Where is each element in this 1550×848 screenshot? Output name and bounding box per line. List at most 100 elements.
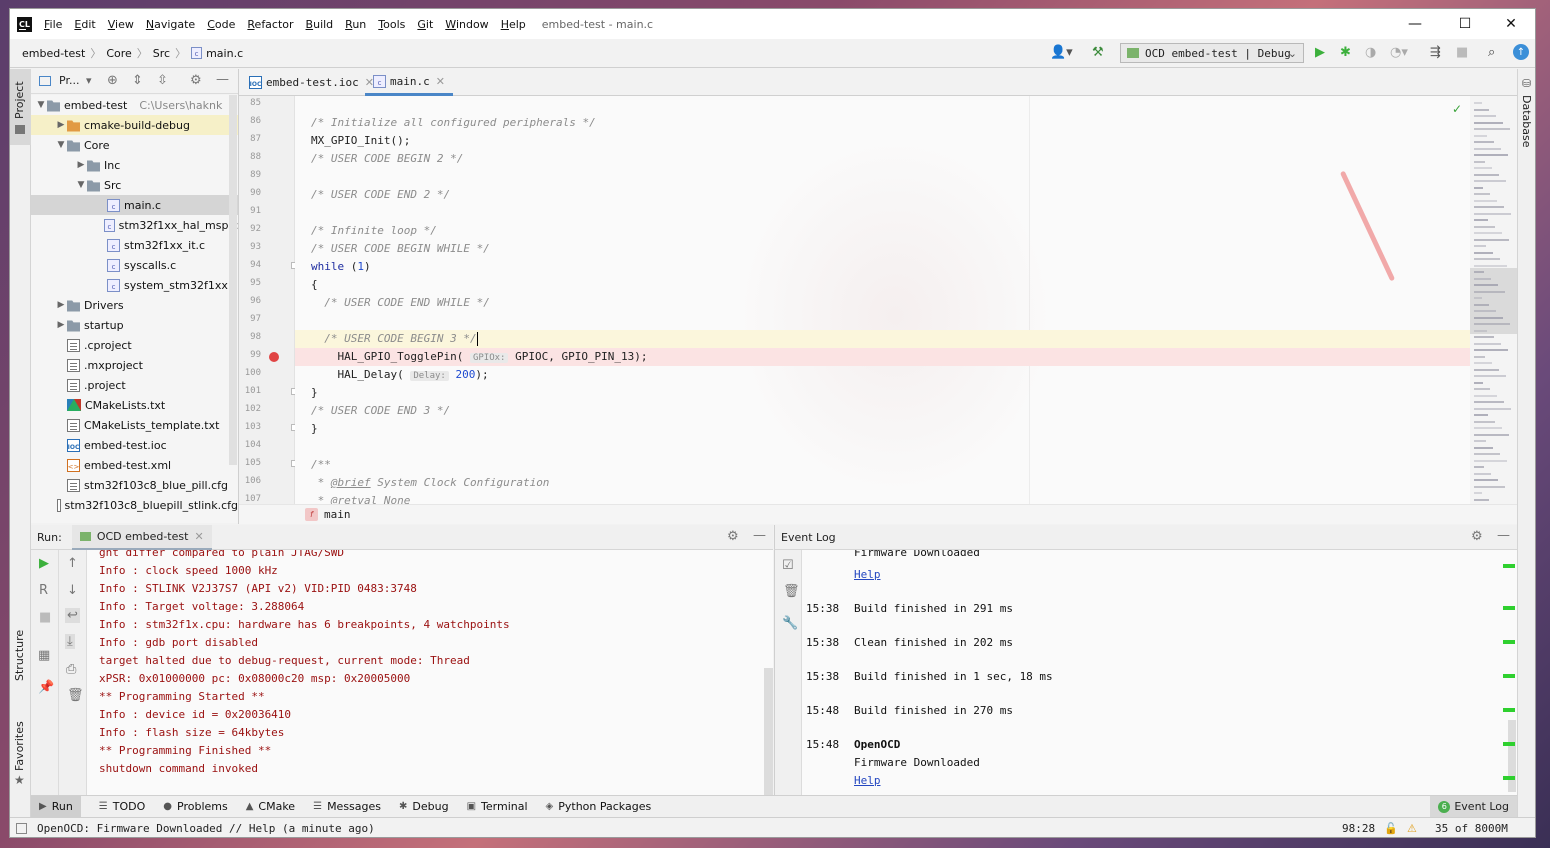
breadcrumb-core[interactable]: Core bbox=[106, 47, 131, 60]
tree-item[interactable]: stm32f103c8_blue_pill.cfg bbox=[31, 475, 238, 495]
editor-tab[interactable]: IOC embed-test.ioc ✕ bbox=[241, 69, 382, 96]
restart-icon[interactable]: R bbox=[39, 583, 48, 598]
chevron-right-icon[interactable]: ▶ bbox=[55, 320, 67, 330]
expand-all-icon[interactable]: ⇕ bbox=[132, 73, 143, 88]
hide-icon[interactable]: — bbox=[753, 528, 766, 543]
tool-window-todo[interactable]: ☰ TODO bbox=[99, 800, 145, 813]
gear-icon[interactable]: ⚙ bbox=[727, 529, 739, 544]
hide-icon[interactable]: — bbox=[216, 72, 229, 87]
print-icon[interactable]: ⎙ bbox=[66, 662, 76, 677]
menu-item-file[interactable]: File bbox=[44, 18, 62, 31]
tree-item[interactable]: .project bbox=[31, 375, 238, 395]
event-log-button[interactable]: 6 Event Log bbox=[1430, 796, 1517, 817]
tree-item[interactable]: ▼ Core bbox=[31, 135, 238, 155]
console-scrollbar[interactable] bbox=[764, 668, 773, 795]
coverage-icon[interactable]: ◑ bbox=[1365, 45, 1376, 60]
soft-wrap-icon[interactable]: ↩ bbox=[65, 608, 80, 623]
tool-window-cmake[interactable]: ▲ CMake bbox=[246, 800, 295, 813]
tool-window-problems[interactable]: ● Problems bbox=[163, 800, 227, 813]
tree-scrollbar[interactable] bbox=[229, 95, 237, 465]
tree-item[interactable]: .mxproject bbox=[31, 355, 238, 375]
close-tab-icon[interactable]: ✕ bbox=[194, 530, 203, 543]
stop-icon[interactable]: ■ bbox=[1456, 45, 1468, 60]
menu-item-edit[interactable]: Edit bbox=[74, 18, 95, 31]
tree-item[interactable]: stm32f103c8_bluepill_stlink.cfg bbox=[31, 495, 238, 515]
close-tab-icon[interactable]: ✕ bbox=[436, 75, 445, 88]
mark-read-icon[interactable]: ☑ bbox=[782, 558, 794, 573]
tree-item[interactable]: c main.c bbox=[31, 195, 238, 215]
tree-item[interactable]: ▼ embed-test C:\Users\haknk bbox=[31, 95, 238, 115]
wrench-icon[interactable]: 🔧 bbox=[782, 616, 798, 631]
project-view-select[interactable]: Pr... bbox=[59, 74, 79, 87]
function-breadcrumb[interactable]: main bbox=[324, 508, 351, 521]
code-minimap[interactable] bbox=[1470, 96, 1517, 504]
tree-item[interactable]: IOC embed-test.ioc bbox=[31, 435, 238, 455]
tree-item[interactable]: CMakeLists_template.txt bbox=[31, 415, 238, 435]
menu-item-tools[interactable]: Tools bbox=[378, 18, 405, 31]
debug-icon[interactable]: ✱ bbox=[1340, 45, 1351, 60]
run-console[interactable]: ght differ compared to plain JTAG/SWD Inf… bbox=[87, 550, 773, 795]
notification-icon[interactable]: ⚠ bbox=[1407, 822, 1417, 835]
minimize-button[interactable]: — bbox=[1392, 9, 1438, 39]
menu-item-build[interactable]: Build bbox=[306, 18, 334, 31]
tree-item[interactable]: ▼ Src bbox=[31, 175, 238, 195]
update-icon[interactable]: ↑ bbox=[1513, 44, 1529, 60]
tree-item[interactable]: ▶ Inc bbox=[31, 155, 238, 175]
collapse-all-icon[interactable]: ⇳ bbox=[157, 73, 168, 88]
code-editor[interactable]: ✓ /* Initialize all configured periphera… bbox=[295, 96, 1470, 504]
run-icon[interactable]: ▶ bbox=[1315, 45, 1325, 60]
editor-tab[interactable]: c main.c ✕ bbox=[365, 69, 453, 96]
stop-icon[interactable]: ■ bbox=[39, 610, 51, 625]
menu-item-refactor[interactable]: Refactor bbox=[247, 18, 293, 31]
structure-stripe-button[interactable]: Structure bbox=[10, 615, 31, 695]
chevron-down-icon[interactable]: ▼ bbox=[55, 140, 67, 150]
event-help-link[interactable]: Help bbox=[854, 566, 881, 584]
attach-icon[interactable]: ⇶ bbox=[1430, 45, 1441, 60]
run-configuration-select[interactable]: OCD embed-test | Debug ⌄ bbox=[1120, 43, 1304, 63]
menu-item-view[interactable]: View bbox=[108, 18, 134, 31]
close-window-button[interactable]: ✕ bbox=[1488, 9, 1534, 39]
database-stripe-button[interactable]: ⛁ Database bbox=[1518, 75, 1535, 149]
tree-item[interactable]: CMakeLists.txt bbox=[31, 395, 238, 415]
favorites-stripe-button[interactable]: Favorites ★ bbox=[10, 709, 31, 789]
caret-position[interactable]: 98:28 bbox=[1342, 822, 1375, 835]
pin-icon[interactable]: 📌 bbox=[38, 680, 54, 695]
breadcrumb-src[interactable]: Src bbox=[153, 47, 170, 60]
layout-icon[interactable]: ▦ bbox=[38, 648, 50, 663]
tool-window-python-packages[interactable]: ◈ Python Packages bbox=[546, 800, 652, 813]
project-stripe-button[interactable]: Project bbox=[10, 69, 31, 145]
trash-icon[interactable]: 🗑 bbox=[783, 584, 800, 599]
tool-window-messages[interactable]: ☰ Messages bbox=[313, 800, 381, 813]
arrow-down-icon[interactable]: ↓ bbox=[67, 583, 78, 598]
menu-item-window[interactable]: Window bbox=[445, 18, 488, 31]
build-hammer-icon[interactable]: ⚒ bbox=[1092, 45, 1104, 60]
user-icon[interactable]: 👤▾ bbox=[1050, 45, 1073, 60]
chevron-down-icon[interactable]: ▾ bbox=[86, 74, 92, 87]
gear-icon[interactable]: ⚙ bbox=[1471, 529, 1483, 544]
scroll-to-end-icon[interactable]: ⤓ bbox=[65, 634, 75, 649]
tree-item[interactable]: ▶ cmake-build-debug bbox=[31, 115, 238, 135]
menu-item-git[interactable]: Git bbox=[417, 18, 433, 31]
gear-icon[interactable]: ⚙ bbox=[190, 73, 202, 88]
lock-icon[interactable]: 🔓 bbox=[1384, 822, 1398, 835]
event-log-scrollbar[interactable] bbox=[1508, 720, 1516, 792]
breadcrumb-file[interactable]: main.c bbox=[206, 47, 243, 60]
tree-item[interactable]: <> embed-test.xml bbox=[31, 455, 238, 475]
arrow-up-icon[interactable]: ↑ bbox=[67, 556, 78, 571]
profile-icon[interactable]: ◔▾ bbox=[1390, 45, 1408, 60]
chevron-right-icon[interactable]: ▶ bbox=[55, 300, 67, 310]
editor-gutter[interactable]: 85 86 87 88 89 90 91 92 93 94 95 96 97 98 99 100 101 102 1… bbox=[239, 96, 298, 504]
event-help-link[interactable]: Help bbox=[854, 772, 881, 790]
breakpoint-icon[interactable] bbox=[269, 352, 279, 362]
chevron-down-icon[interactable]: ▼ bbox=[75, 180, 87, 190]
tool-window-debug[interactable]: ✱ Debug bbox=[399, 800, 449, 813]
chevron-right-icon[interactable]: ▶ bbox=[55, 120, 67, 130]
memory-indicator[interactable]: 35 of 8000M bbox=[1435, 822, 1508, 835]
event-log-list[interactable]: Firmware Downloaded Help 15:38 Build finish… bbox=[802, 550, 1517, 795]
toggle-tool-windows-icon[interactable] bbox=[16, 823, 27, 834]
tool-window-run[interactable]: ▶ Run bbox=[31, 796, 81, 817]
chevron-right-icon[interactable]: ▶ bbox=[75, 160, 87, 170]
trash-icon[interactable]: 🗑 bbox=[67, 688, 84, 703]
menu-item-run[interactable]: Run bbox=[345, 18, 366, 31]
status-message[interactable]: OpenOCD: Firmware Downloaded // Help (a … bbox=[37, 822, 375, 835]
